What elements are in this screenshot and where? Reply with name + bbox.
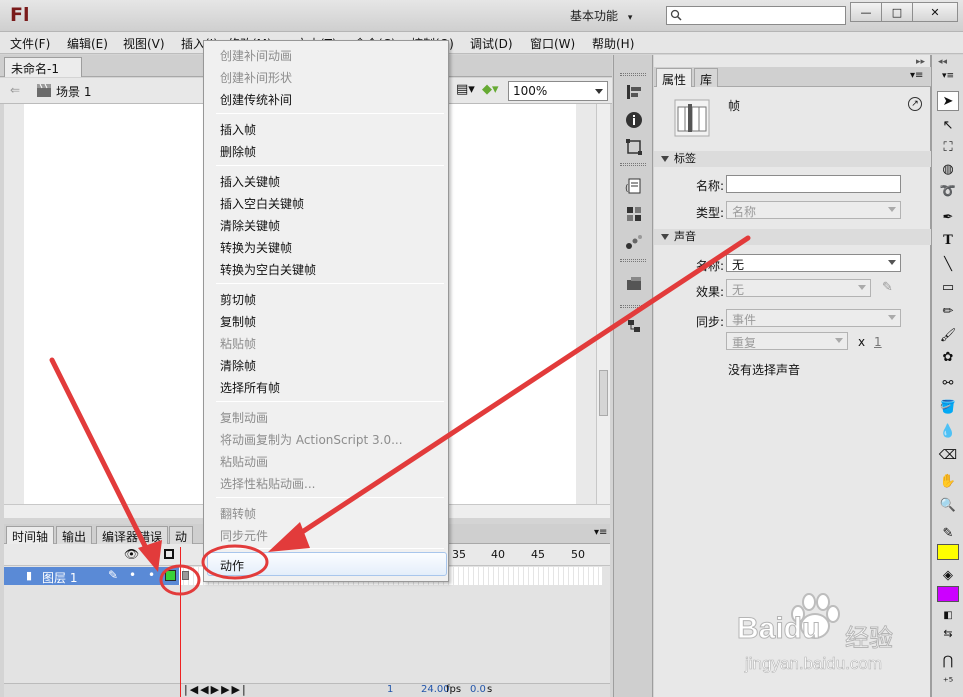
- annotation-arrow-diagonal: [49, 357, 153, 559]
- annotation-arrowhead-diagonal: [138, 540, 162, 572]
- annotation-arrow-long: [287, 235, 751, 543]
- annotation-circle-actions: [201, 544, 269, 580]
- annotation-arrowhead-long: [268, 522, 310, 552]
- baidu-watermark: Baidu 经验 jingyan.baidu.com: [736, 592, 955, 682]
- watermark-url: jingyan.baidu.com: [745, 654, 883, 674]
- watermark-brand: Baidu: [736, 612, 821, 646]
- watermark-cn: 经验: [845, 624, 894, 653]
- annotation-circle-frame: [159, 564, 201, 596]
